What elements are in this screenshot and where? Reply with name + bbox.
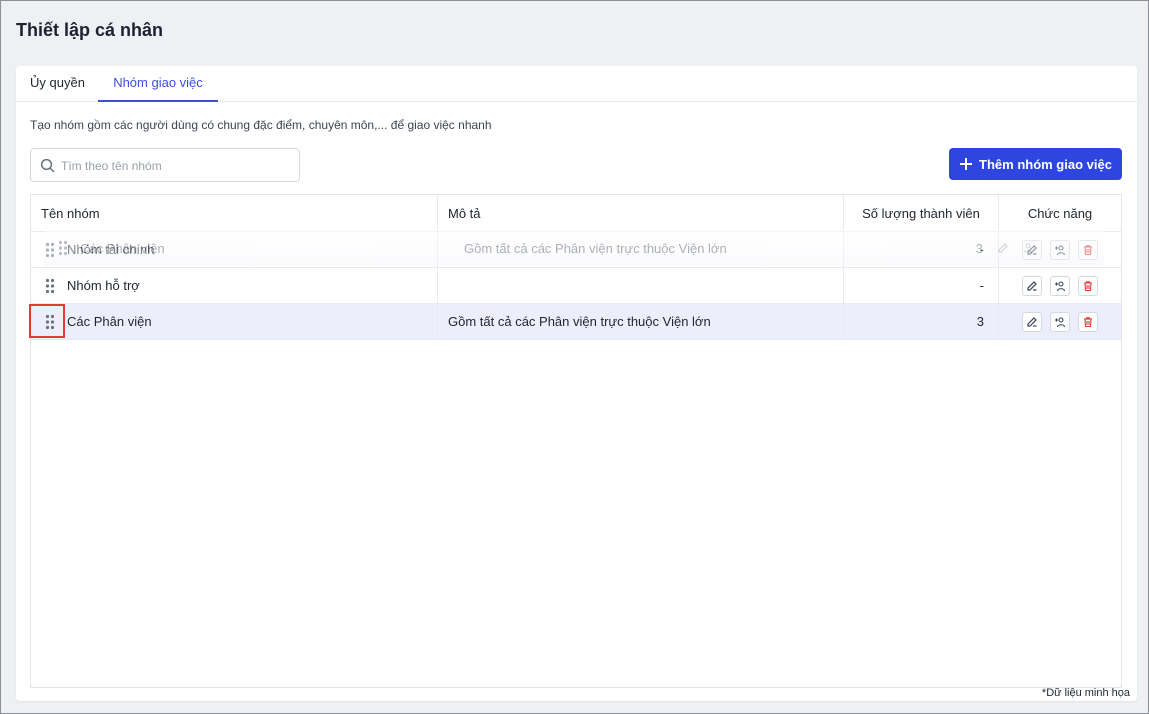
plus-icon — [960, 158, 973, 170]
tab-delegation[interactable]: Ủy quyền — [30, 66, 86, 102]
group-description — [438, 268, 844, 303]
add-group-button[interactable]: Thêm nhóm giao việc — [949, 148, 1122, 180]
edit-icon — [998, 243, 1008, 253]
edit-icon — [1027, 316, 1037, 327]
edit-icon — [1027, 280, 1037, 291]
row-actions — [999, 304, 1121, 339]
tab-description: Tạo nhóm gồm các người dùng có chung đặc… — [30, 118, 492, 132]
dragging-row-ghost: Các Phân viện Gồm tất cả các Phân viện t… — [44, 230, 1104, 266]
ghost-name-cell: Các Phân viện — [44, 230, 436, 266]
group-description: Gồm tất cả các Phân viện trực thuộc Viện… — [438, 304, 844, 339]
ghost-member-count: 3 — [975, 240, 983, 256]
drag-handle-icon[interactable] — [45, 278, 55, 294]
tab-bar: Ủy quyền Nhóm giao việc — [16, 66, 1137, 102]
edit-button[interactable] — [1022, 275, 1042, 296]
member-count: - — [844, 268, 999, 303]
drag-handle-icon[interactable] — [45, 314, 55, 330]
ghost-group-description: Gồm tất cả các Phân viện trực thuộc Viện… — [464, 240, 727, 256]
table-header: Tên nhóm Mô tả Số lượng thành viên Chức … — [31, 195, 1121, 232]
row-actions — [999, 268, 1121, 303]
drag-handle-icon — [58, 240, 68, 256]
tab-task-groups[interactable]: Nhóm giao việc — [98, 66, 218, 102]
search-box[interactable] — [30, 148, 300, 182]
member-count: 3 — [844, 304, 999, 339]
ghost-actions — [997, 230, 1097, 266]
footnote: *Dữ liệu minh họa — [1041, 687, 1130, 699]
settings-card: Ủy quyền Nhóm giao việc Tạo nhóm gồm các… — [16, 66, 1137, 701]
column-header-member-count[interactable]: Số lượng thành viên — [844, 195, 999, 231]
search-input[interactable] — [61, 155, 291, 177]
add-member-button[interactable] — [1050, 311, 1070, 332]
trash-icon — [1084, 280, 1092, 291]
column-header-name[interactable]: Tên nhóm — [31, 195, 438, 231]
group-name: Nhóm hỗ trợ — [67, 278, 140, 293]
delete-button[interactable] — [1078, 311, 1098, 332]
add-member-button[interactable] — [1050, 275, 1070, 296]
table-row[interactable]: Nhóm hỗ trợ - — [31, 268, 1121, 304]
ghost-group-name: Các Phân viện — [80, 240, 165, 256]
search-icon — [40, 158, 55, 173]
row-name-cell: Các Phân viện — [29, 304, 438, 339]
column-header-description[interactable]: Mô tả — [438, 195, 844, 231]
add-member-icon — [1055, 280, 1066, 291]
delete-button[interactable] — [1078, 275, 1098, 296]
row-name-cell: Nhóm hỗ trợ — [31, 268, 438, 303]
trash-icon — [1084, 316, 1092, 327]
add-member-icon — [1055, 316, 1066, 327]
table-row-selected[interactable]: Các Phân viện Gồm tất cả các Phân viện t… — [29, 304, 1121, 340]
column-header-actions: Chức năng — [1027, 205, 1093, 221]
page-title: Thiết lập cá nhân — [16, 20, 164, 40]
add-member-icon — [1023, 243, 1033, 254]
group-name: Các Phân viện — [67, 314, 152, 329]
add-group-label: Thêm nhóm giao việc — [979, 156, 1112, 172]
edit-button[interactable] — [1022, 311, 1042, 332]
groups-table: Tên nhóm Mô tả Số lượng thành viên Chức … — [29, 194, 1122, 688]
